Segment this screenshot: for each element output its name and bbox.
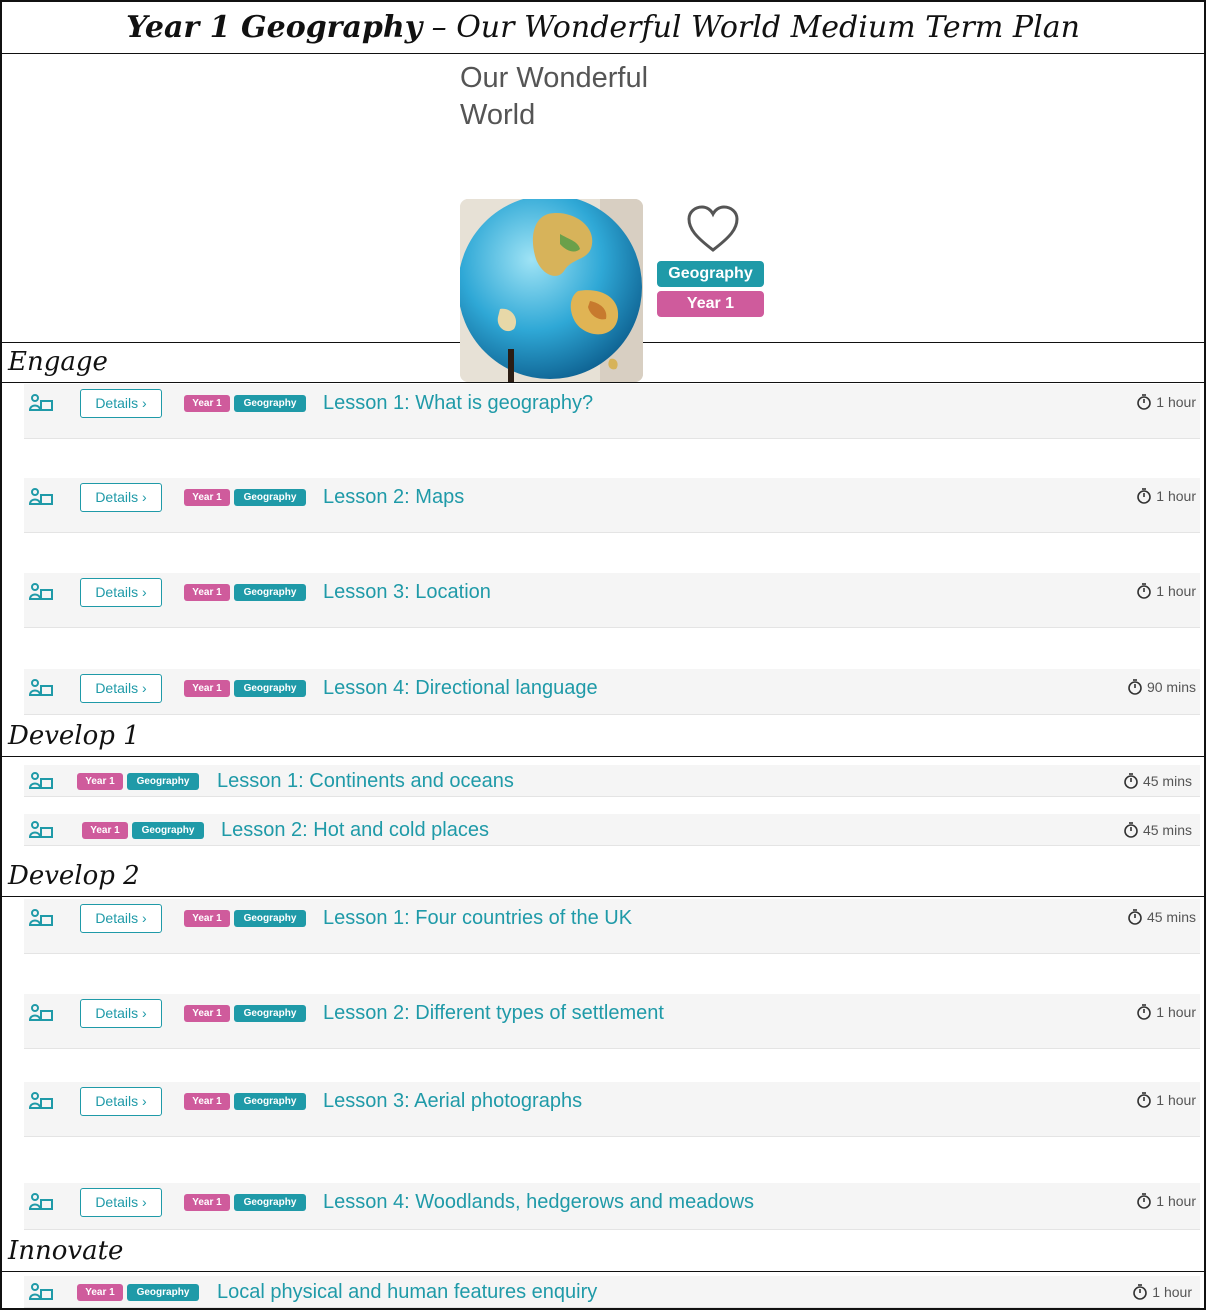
subject-pill: Geography	[234, 1005, 306, 1022]
lesson-title[interactable]: Lesson 1: Continents and oceans	[217, 768, 514, 794]
subject-pill: Geography	[234, 395, 306, 412]
tutor-board-icon	[29, 1193, 53, 1210]
stopwatch-icon	[1128, 909, 1142, 925]
tutor-board-icon	[29, 909, 53, 926]
stopwatch-icon	[1137, 394, 1152, 410]
lesson-row[interactable]: Details › Year 1 Geography Lesson 2: Map…	[24, 478, 1200, 533]
year-pill: Year 1	[184, 1005, 230, 1022]
plan-title-rest: – Our Wonderful World Medium Term Plan	[422, 10, 1080, 45]
lesson-duration: 90 mins	[1127, 678, 1196, 696]
subject-pill: Geography	[127, 773, 199, 790]
tutor-board-icon	[29, 772, 53, 789]
year-pill: Year 1	[184, 910, 230, 927]
subject-pill: Geography	[234, 910, 306, 927]
year-pill: Year 1	[77, 1284, 123, 1301]
details-button[interactable]: Details ›	[80, 1087, 162, 1116]
lesson-row[interactable]: Details › Year 1 Geography Lesson 1: Wha…	[24, 384, 1200, 439]
lesson-row[interactable]: Year 1 Geography Local physical and huma…	[24, 1276, 1200, 1308]
lesson-row[interactable]: Details › Year 1 Geography Lesson 4: Dir…	[24, 669, 1200, 715]
details-button[interactable]: Details ›	[80, 483, 162, 512]
plan-title-bold: Year 1 Geography	[126, 10, 423, 45]
stopwatch-icon	[1137, 583, 1152, 599]
lesson-duration: 1 hour	[1136, 1091, 1196, 1109]
lesson-duration: 1 hour	[1136, 1003, 1196, 1021]
lesson-title[interactable]: Lesson 1: Four countries of the UK	[323, 905, 632, 931]
tutor-board-icon	[29, 1004, 53, 1021]
subject-pill: Geography	[234, 1194, 306, 1211]
details-button[interactable]: Details ›	[80, 904, 162, 933]
year-pill: Year 1	[184, 680, 230, 697]
subject-pill: Geography	[127, 1284, 199, 1301]
lesson-title[interactable]: Lesson 4: Woodlands, hedgerows and meado…	[323, 1189, 754, 1215]
lesson-duration: 45 mins	[1127, 908, 1196, 926]
lesson-duration: 1 hour	[1136, 582, 1196, 600]
stopwatch-icon	[1133, 1284, 1148, 1300]
subject-pill: Geography	[234, 489, 306, 506]
section-innovate: Innovate	[2, 1232, 1204, 1272]
unit-title: Our Wonderful World	[460, 62, 649, 131]
lesson-row[interactable]: Details › Year 1 Geography Lesson 4: Woo…	[24, 1183, 1200, 1230]
subject-pill: Geography	[234, 680, 306, 697]
lesson-title[interactable]: Local physical and human features enquir…	[217, 1279, 597, 1305]
lesson-title[interactable]: Lesson 2: Different types of settlement	[323, 1000, 664, 1026]
lesson-row[interactable]: Year 1 Geography Lesson 2: Hot and cold …	[24, 814, 1200, 846]
tutor-board-icon	[29, 679, 53, 696]
tutor-board-icon	[29, 1283, 53, 1300]
subject-pill: Geography	[234, 1093, 306, 1110]
stopwatch-icon	[1137, 1004, 1152, 1020]
details-button[interactable]: Details ›	[80, 674, 162, 703]
lesson-title[interactable]: Lesson 3: Location	[323, 579, 491, 605]
subject-pill: Geography	[234, 584, 306, 601]
subject-tag: Geography	[657, 261, 764, 287]
year-tag: Year 1	[657, 291, 764, 317]
heart-icon[interactable]	[686, 204, 740, 254]
year-pill: Year 1	[184, 1093, 230, 1110]
lesson-duration: 1 hour	[1136, 487, 1196, 505]
section-engage: Engage	[2, 343, 1204, 383]
lesson-duration: 45 mins	[1123, 821, 1192, 839]
details-button[interactable]: Details ›	[80, 578, 162, 607]
year-pill: Year 1	[184, 1194, 230, 1211]
details-button[interactable]: Details ›	[80, 389, 162, 418]
tutor-board-icon	[29, 488, 53, 505]
lesson-title[interactable]: Lesson 2: Maps	[323, 484, 464, 510]
year-pill: Year 1	[82, 822, 128, 839]
lesson-row[interactable]: Details › Year 1 Geography Lesson 3: Loc…	[24, 573, 1200, 628]
stopwatch-icon	[1137, 488, 1152, 504]
year-pill: Year 1	[77, 773, 123, 790]
lesson-title[interactable]: Lesson 3: Aerial photographs	[323, 1088, 582, 1114]
details-button[interactable]: Details ›	[80, 999, 162, 1028]
lesson-row[interactable]: Year 1 Geography Lesson 1: Continents an…	[24, 765, 1200, 797]
lesson-row[interactable]: Details › Year 1 Geography Lesson 1: Fou…	[24, 899, 1200, 954]
lesson-title[interactable]: Lesson 4: Directional language	[323, 675, 598, 701]
lesson-row[interactable]: Details › Year 1 Geography Lesson 2: Dif…	[24, 994, 1200, 1049]
year-pill: Year 1	[184, 395, 230, 412]
stopwatch-icon	[1137, 1193, 1152, 1209]
tutor-board-icon	[29, 821, 53, 838]
plan-title: Year 1 Geography – Our Wonderful World M…	[2, 2, 1204, 54]
lesson-duration: 1 hour	[1136, 1192, 1196, 1210]
details-button[interactable]: Details ›	[80, 1188, 162, 1217]
stopwatch-icon	[1124, 822, 1138, 838]
lesson-title[interactable]: Lesson 1: What is geography?	[323, 390, 593, 416]
lesson-duration: 45 mins	[1123, 772, 1192, 790]
stopwatch-icon	[1137, 1092, 1152, 1108]
year-pill: Year 1	[184, 489, 230, 506]
lesson-duration: 1 hour	[1136, 393, 1196, 411]
lesson-duration: 1 hour	[1132, 1283, 1192, 1301]
lesson-title[interactable]: Lesson 2: Hot and cold places	[221, 817, 489, 843]
stopwatch-icon	[1124, 773, 1138, 789]
year-pill: Year 1	[184, 584, 230, 601]
section-develop-2: Develop 2	[2, 857, 1204, 897]
unit-hero: Our Wonderful World Geography Year 1	[2, 54, 1204, 382]
subject-pill: Geography	[132, 822, 204, 839]
tutor-board-icon	[29, 583, 53, 600]
section-develop-1: Develop 1	[2, 717, 1204, 757]
stopwatch-icon	[1128, 679, 1142, 695]
lesson-row[interactable]: Details › Year 1 Geography Lesson 3: Aer…	[24, 1082, 1200, 1137]
tutor-board-icon	[29, 1092, 53, 1109]
tutor-board-icon	[29, 394, 53, 411]
